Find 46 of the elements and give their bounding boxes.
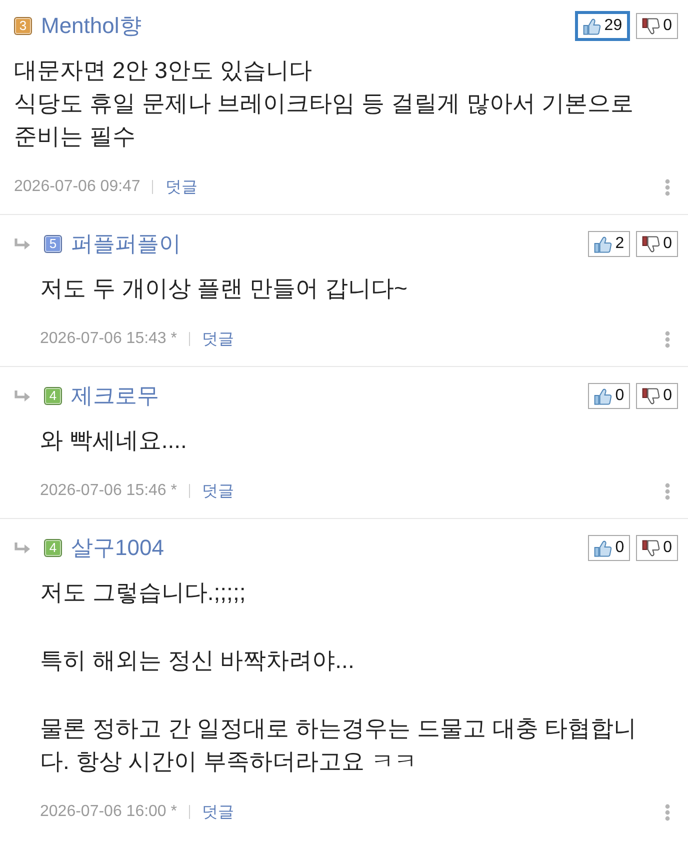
comment-date: 2026-07-06 15:46 * — [40, 482, 177, 500]
reply-link[interactable]: 덧글 — [202, 480, 234, 502]
thumbs-down-icon — [642, 388, 660, 404]
reply-arrow-icon — [14, 238, 31, 250]
downvote-button[interactable]: 0 — [636, 535, 678, 561]
more-options-icon[interactable] — [665, 804, 670, 820]
comment-text: 특히 해외는 정신 바짝차려야... — [40, 646, 356, 675]
upvote-button[interactable]: 29 — [575, 11, 630, 41]
comment-text: 대문자면 2안 3안도 있습니다 — [14, 56, 313, 85]
more-options-icon[interactable] — [665, 482, 670, 500]
author-name[interactable]: 제크로무 — [71, 382, 159, 410]
comment-text: 와 빡세네요.... — [40, 426, 188, 455]
level-badge: 5 — [44, 235, 62, 253]
downvote-button[interactable]: 0 — [636, 13, 678, 39]
reply-arrow-icon — [14, 542, 31, 554]
thumbs-up-icon — [594, 236, 612, 252]
author-name[interactable]: 퍼플퍼플이 — [71, 230, 181, 258]
upvote-button[interactable]: 2 — [588, 231, 630, 257]
thumbs-down-icon — [642, 18, 660, 34]
thumbs-up-icon — [594, 540, 612, 556]
downvote-button[interactable]: 0 — [636, 383, 678, 409]
more-options-icon[interactable] — [665, 178, 670, 196]
level-badge: 4 — [44, 539, 62, 557]
comment-date: 2026-07-06 15:43 * — [40, 330, 177, 348]
upvote-button[interactable]: 0 — [588, 535, 630, 561]
comment-text: 물론 정하고 간 일정대로 하는경우는 드물고 대충 타협합니다. 항상 시간이 부족하더라고요 ㅋㅋ — [40, 714, 638, 776]
thumbs-down-icon — [642, 540, 660, 556]
comment-text: 식당도 휴일 문제나 브레이크타임 등 걸릴게 많아서 기본으로 준비는 필수 — [14, 89, 635, 151]
thumbs-down-icon — [642, 236, 660, 252]
comment-date: 2026-07-06 09:47 — [14, 178, 140, 196]
level-badge: 3 — [14, 17, 32, 35]
reply-arrow-icon — [14, 390, 31, 402]
author-name[interactable]: Menthol향 — [41, 12, 142, 40]
downvote-button[interactable]: 0 — [636, 231, 678, 257]
author-name[interactable]: 살구1004 — [71, 534, 164, 562]
thumbs-up-icon — [594, 388, 612, 404]
comment-date: 2026-07-06 16:00 * — [40, 803, 177, 821]
reply-link[interactable]: 덧글 — [202, 328, 234, 350]
reply-link[interactable]: 덧글 — [165, 176, 198, 198]
comment-text: 저도 그렇습니다.;;;;; — [40, 578, 247, 607]
thumbs-up-icon — [583, 18, 602, 34]
comment-text: 저도 두 개이상 플랜 만들어 갑니다~ — [40, 274, 408, 303]
more-options-icon[interactable] — [665, 330, 670, 348]
upvote-button[interactable]: 0 — [588, 383, 630, 409]
level-badge: 4 — [44, 387, 62, 405]
reply-link[interactable]: 덧글 — [202, 802, 234, 822]
